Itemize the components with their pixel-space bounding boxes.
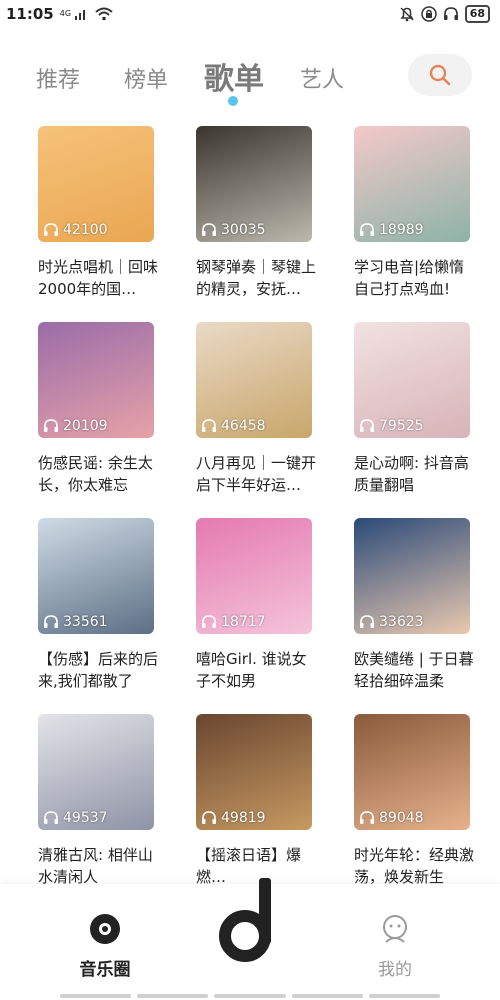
active-tab-indicator: [228, 96, 238, 106]
play-count-value: 46458: [221, 418, 266, 434]
playlist-cover[interactable]: 89048: [354, 714, 470, 830]
playlist-card[interactable]: 33623 欧美缱绻 | 于日暮轻拾细碎温柔: [354, 518, 474, 692]
play-count: 33623: [359, 614, 424, 630]
playlist-title[interactable]: 是心动啊: 抖音高质量翻唱: [354, 452, 474, 496]
headphones-icon: [44, 419, 58, 432]
play-count: 18717: [201, 614, 266, 630]
nav-music-circle-label: 音乐圈: [79, 960, 131, 980]
playlist-card[interactable]: 79525 是心动啊: 抖音高质量翻唱: [354, 322, 470, 496]
search-icon: [429, 64, 451, 86]
playlist-cover[interactable]: 18989: [354, 126, 470, 242]
disc-icon: [90, 914, 120, 944]
playlist-card[interactable]: 33561 【伤感】后来的后来,我们都散了: [38, 518, 158, 692]
nav-mine[interactable]: 我的: [350, 912, 440, 980]
playlist-title[interactable]: 时光点唱机｜回味2000年的国…: [38, 256, 158, 300]
network-type: 4G: [59, 9, 72, 18]
headphones-icon: [202, 615, 216, 628]
nav-music-circle[interactable]: 音乐圈: [60, 912, 150, 980]
play-count: 79525: [359, 418, 424, 434]
headphones-icon: [360, 811, 374, 824]
play-count: 42100: [43, 222, 108, 238]
playlist-cover[interactable]: 20109: [38, 322, 154, 438]
play-count: 30035: [201, 222, 266, 238]
playlist-title[interactable]: 学习电音|给懒惰自己打点鸡血!: [354, 256, 474, 300]
tab-artists[interactable]: 艺人: [300, 62, 344, 94]
playlist-cover[interactable]: 33561: [38, 518, 154, 634]
playlist-title[interactable]: 嘻哈Girl. 谁说女子不如男: [196, 648, 316, 692]
play-count: 18989: [359, 222, 424, 238]
playlist-card[interactable]: 18717 嘻哈Girl. 谁说女子不如男: [196, 518, 312, 692]
wifi-icon: [95, 7, 113, 21]
playlist-card[interactable]: 20109 伤感民谣: 余生太长，你太难忘: [38, 322, 154, 496]
headphones-icon: [443, 7, 458, 20]
headphones-icon: [202, 419, 216, 432]
sim-signal-icon: [75, 10, 86, 20]
play-count-value: 89048: [379, 810, 424, 826]
playlist-card[interactable]: 89048 时光年轮：经典激荡，焕发新生: [354, 714, 474, 888]
play-count: 49537: [43, 810, 108, 826]
play-count-value: 33623: [379, 614, 424, 630]
play-count-value: 49819: [221, 810, 266, 826]
playlist-cover[interactable]: 30035: [196, 126, 312, 242]
playlist-title[interactable]: 钢琴弹奏｜琴键上的精灵，安抚…: [196, 256, 316, 300]
headphones-icon: [44, 615, 58, 628]
playlist-card[interactable]: 42100 时光点唱机｜回味2000年的国…: [38, 126, 158, 300]
play-count-value: 42100: [63, 222, 108, 238]
music-note-logo-icon: [219, 878, 271, 962]
headphones-icon: [360, 419, 374, 432]
tab-recommend[interactable]: 推荐: [36, 62, 80, 94]
playlist-card[interactable]: 18989 学习电音|给懒惰自己打点鸡血!: [354, 126, 470, 300]
profile-face-icon: [383, 915, 407, 943]
playlist-cover[interactable]: 49819: [196, 714, 312, 830]
lock-icon: [420, 6, 437, 22]
playlist-title[interactable]: 欧美缱绻 | 于日暮轻拾细碎温柔: [354, 648, 474, 692]
play-count-value: 30035: [221, 222, 266, 238]
status-time: 11:05: [6, 5, 54, 23]
playlist-cover[interactable]: 79525: [354, 322, 470, 438]
tab-playlists[interactable]: 歌单: [204, 54, 264, 98]
play-count-value: 18717: [221, 614, 266, 630]
play-count-value: 49537: [63, 810, 108, 826]
headphones-icon: [44, 811, 58, 824]
headphones-icon: [202, 223, 216, 236]
playlist-card[interactable]: 46458 八月再见｜一键开启下半年好运…: [196, 322, 316, 496]
play-count-value: 18989: [379, 222, 424, 238]
bottom-nav: 音乐圈 我的: [0, 878, 500, 1000]
status-right: 68: [399, 5, 490, 23]
music-note-logo-button[interactable]: [215, 874, 285, 966]
playlist-cover[interactable]: 33623: [354, 518, 470, 634]
playlist-title[interactable]: 伤感民谣: 余生太长，你太难忘: [38, 452, 158, 496]
play-count-value: 20109: [63, 418, 108, 434]
play-count: 46458: [201, 418, 266, 434]
playlist-card[interactable]: 49537 清雅古风: 相伴山水清闲人: [38, 714, 154, 888]
tab-charts[interactable]: 榜单: [124, 62, 168, 94]
playlist-cover[interactable]: 49537: [38, 714, 154, 830]
headphones-icon: [44, 223, 58, 236]
search-button[interactable]: [408, 54, 472, 96]
playlist-card[interactable]: 30035 钢琴弹奏｜琴键上的精灵，安抚…: [196, 126, 316, 300]
play-count: 49819: [201, 810, 266, 826]
playlist-title[interactable]: 【伤感】后来的后来,我们都散了: [38, 648, 158, 692]
status-left: 11:05 4G: [6, 5, 114, 23]
play-count: 33561: [43, 614, 108, 630]
battery-indicator: 68: [464, 5, 490, 23]
bell-icon: [400, 7, 414, 22]
status-bar: 11:05 4G 68: [0, 0, 500, 28]
play-count-value: 79525: [379, 418, 424, 434]
play-count-value: 33561: [63, 614, 108, 630]
play-count: 20109: [43, 418, 108, 434]
home-indicator: [60, 994, 441, 998]
nav-mine-label: 我的: [378, 960, 412, 980]
headphones-icon: [360, 223, 374, 236]
headphones-icon: [360, 615, 374, 628]
playlist-title[interactable]: 八月再见｜一键开启下半年好运…: [196, 452, 316, 496]
play-count: 89048: [359, 810, 424, 826]
playlist-cover[interactable]: 46458: [196, 322, 312, 438]
playlist-cover[interactable]: 42100: [38, 126, 154, 242]
headphones-icon: [202, 811, 216, 824]
playlist-cover[interactable]: 18717: [196, 518, 312, 634]
playlist-card[interactable]: 49819 【摇滚日语】爆燃…: [196, 714, 312, 888]
